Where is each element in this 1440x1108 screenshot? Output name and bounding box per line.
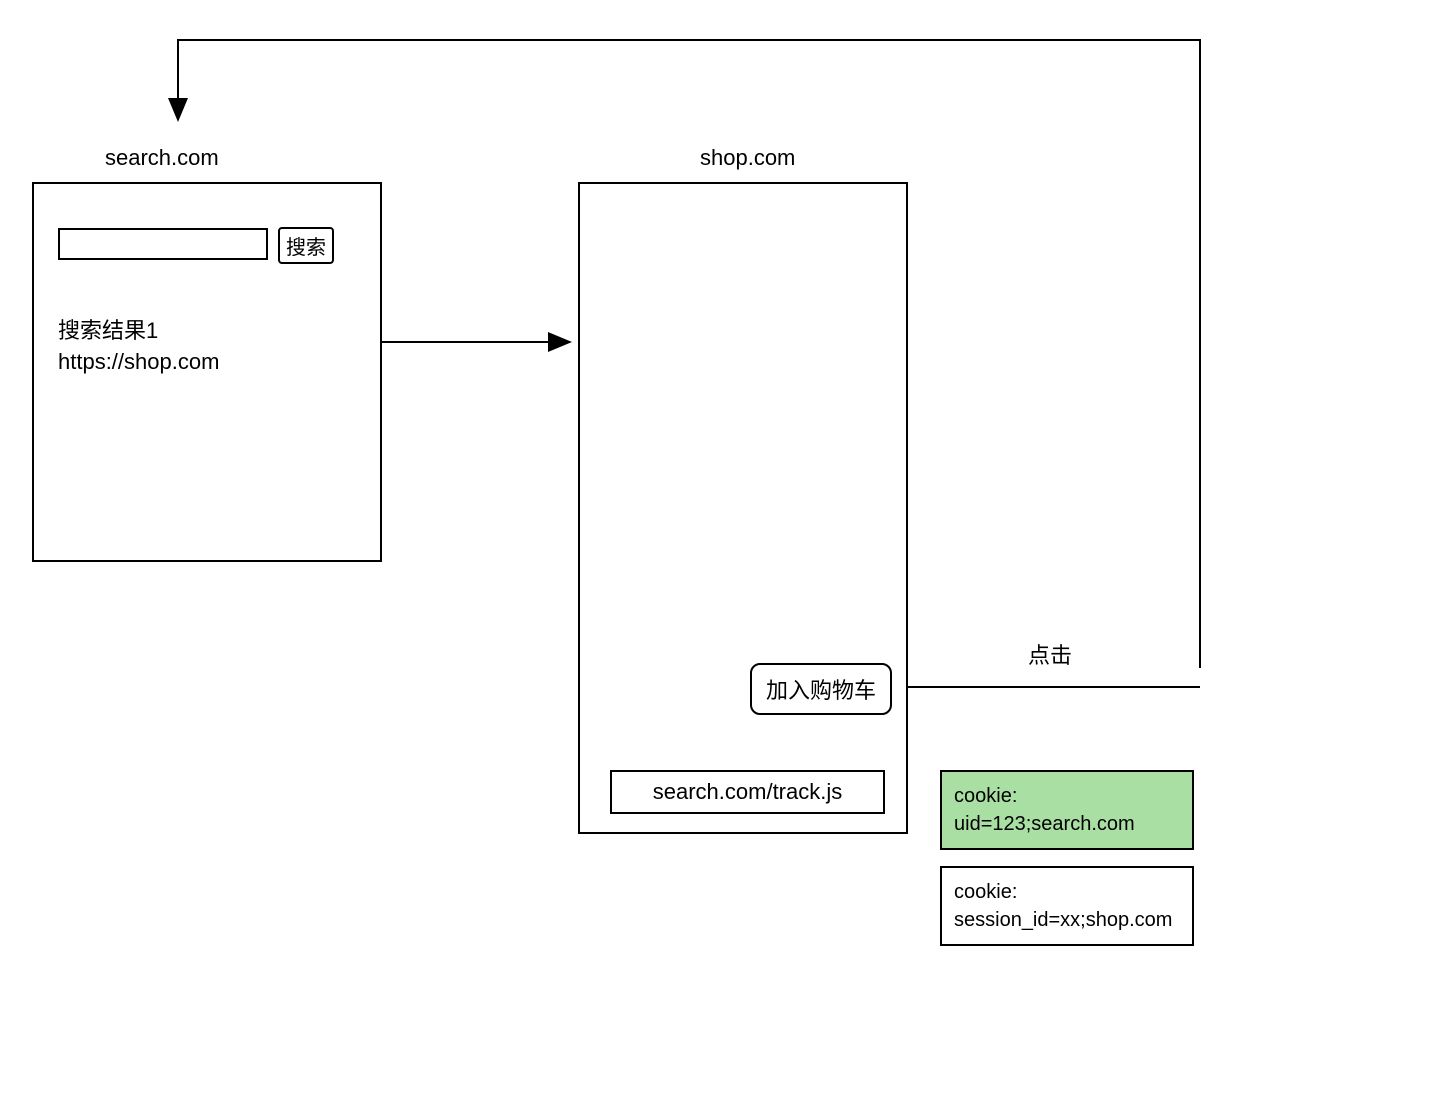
search-input[interactable] (58, 228, 268, 260)
search-site-title: search.com (105, 145, 219, 171)
search-result[interactable]: 搜索结果1 https://shop.com (58, 316, 219, 378)
cookie-shop-label: cookie: (954, 878, 1180, 906)
track-script-box: search.com/track.js (610, 770, 885, 814)
click-label: 点击 (1028, 638, 1072, 670)
cookie-shop-value: session_id=xx;shop.com (954, 906, 1180, 934)
shop-site-title: shop.com (700, 145, 795, 171)
result-title: 搜索结果1 (58, 316, 219, 347)
cookie-search-label: cookie: (954, 782, 1180, 810)
cookie-shop-box: cookie: session_id=xx;shop.com (940, 866, 1194, 946)
search-button[interactable]: 搜索 (278, 227, 334, 264)
add-to-cart-button[interactable]: 加入购物车 (750, 663, 892, 715)
shop-site-box (578, 182, 908, 834)
cookie-search-value: uid=123;search.com (954, 810, 1180, 838)
cookie-search-box: cookie: uid=123;search.com (940, 770, 1194, 850)
result-url: https://shop.com (58, 347, 219, 378)
